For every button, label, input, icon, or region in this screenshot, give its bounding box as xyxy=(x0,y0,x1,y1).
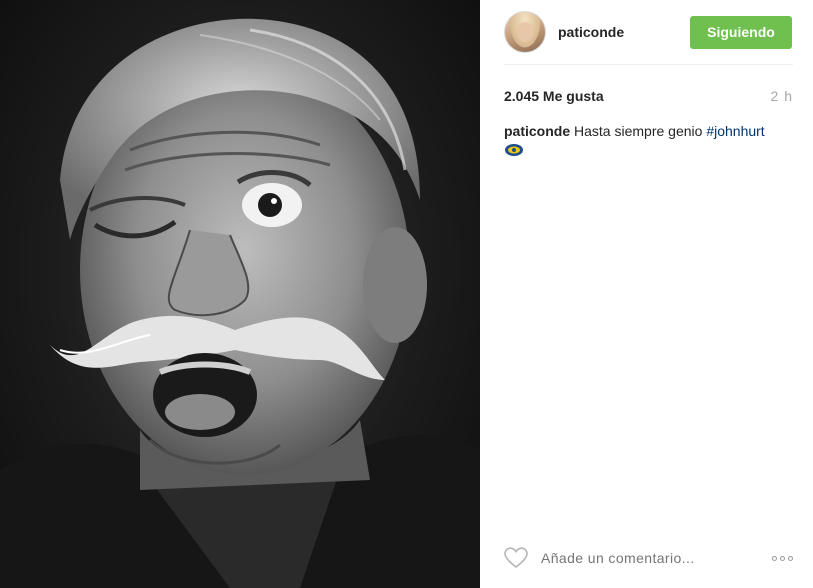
post-footer xyxy=(504,546,793,570)
more-dot xyxy=(780,555,785,561)
caption-username[interactable]: paticonde xyxy=(504,123,570,139)
instagram-post: paticonde Siguiendo 2.045 Me gusta 2 h p… xyxy=(0,0,813,588)
caption-text: Hasta siempre genio xyxy=(570,123,707,139)
post-header: paticonde Siguiendo xyxy=(504,0,793,65)
post-stats: 2.045 Me gusta 2 h xyxy=(504,65,793,104)
cinema-emoji-icon xyxy=(505,144,523,156)
hashtag-link[interactable]: #johnhurt xyxy=(706,123,764,139)
heart-icon[interactable] xyxy=(504,547,528,569)
more-options-icon[interactable] xyxy=(772,555,793,561)
more-dot xyxy=(788,555,793,561)
post-time[interactable]: 2 h xyxy=(771,88,793,104)
username-link[interactable]: paticonde xyxy=(558,24,690,40)
caption-emoji-row xyxy=(504,143,793,159)
following-button[interactable]: Siguiendo xyxy=(690,15,792,49)
post-photo[interactable] xyxy=(0,0,480,588)
more-dot xyxy=(772,555,777,561)
post-side-panel: paticonde Siguiendo 2.045 Me gusta 2 h p… xyxy=(480,0,813,588)
portrait-image xyxy=(0,18,480,588)
avatar-face xyxy=(517,22,533,42)
likes-count[interactable]: 2.045 Me gusta xyxy=(504,88,604,104)
comment-input[interactable] xyxy=(541,550,772,566)
post-caption: paticonde Hasta siempre genio #johnhurt xyxy=(504,122,793,159)
avatar[interactable] xyxy=(504,11,546,53)
